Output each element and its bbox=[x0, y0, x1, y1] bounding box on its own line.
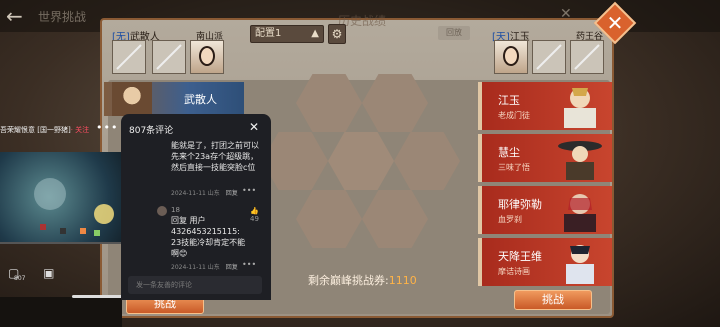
comment-time: 2024-11-11 山东 bbox=[171, 190, 220, 197]
left-slot-1[interactable] bbox=[112, 40, 146, 74]
roster-subtitle: 老成门徒 bbox=[498, 111, 530, 120]
like-button[interactable]: 👍 49 bbox=[250, 207, 259, 223]
config-select[interactable]: 配置1 ▲ bbox=[250, 25, 324, 43]
comment-meta: 2024-11-11 山东 回复 bbox=[171, 188, 238, 197]
roster-item[interactable]: 慧尘 三味了悟 bbox=[478, 134, 612, 182]
hero-portrait-icon bbox=[199, 46, 215, 66]
video-player[interactable] bbox=[0, 152, 122, 242]
video-bottom-strip bbox=[0, 297, 122, 327]
chevron-up-icon: ▲ bbox=[311, 28, 319, 39]
close-icon[interactable]: ✕ bbox=[249, 120, 259, 134]
comment-more-icon[interactable]: ••• bbox=[242, 186, 256, 195]
roster-item[interactable]: 耶律弥勒 血罗刹 bbox=[478, 186, 612, 234]
video-header: 吾荣耀恨意 [国一野猪]· 关注 ••• bbox=[0, 121, 122, 135]
roster-subtitle: 血罗刹 bbox=[498, 215, 522, 224]
comment-more-icon[interactable]: ••• bbox=[242, 260, 256, 269]
config-selected-value: 配置1 bbox=[255, 28, 282, 39]
comment-body: 23技能冷却肯定不能啊😊 bbox=[171, 238, 246, 258]
comment-meta: 2024-11-11 山东 回复 bbox=[171, 262, 238, 271]
video-author: 吾荣耀恨意 [国一野猪] bbox=[0, 126, 71, 134]
empty-slot-icon bbox=[156, 44, 182, 70]
comment-text: 回复 用户4326453215115: 23技能冷却肯定不能啊😊 bbox=[171, 215, 249, 259]
roster-subtitle: 摩诘诗画 bbox=[498, 267, 530, 276]
empty-slot-icon bbox=[116, 44, 142, 70]
roster-item[interactable]: 江玉 老成门徒 bbox=[478, 82, 612, 130]
right-slot-2[interactable] bbox=[532, 40, 566, 74]
video-frame-icon bbox=[34, 178, 114, 236]
hero-portrait-icon bbox=[558, 141, 602, 180]
comment-reply-prefix: 回复 用户4326453215115: bbox=[171, 216, 240, 236]
roster-name: 慧尘 bbox=[498, 146, 520, 159]
hero-portrait-icon bbox=[503, 46, 519, 66]
remaining-value: 1110 bbox=[388, 274, 417, 287]
more-icon[interactable]: ••• bbox=[96, 121, 118, 134]
left-hero-card[interactable]: 武散人 bbox=[104, 82, 244, 116]
comments-count: 807条评论 bbox=[129, 126, 174, 136]
avatar[interactable] bbox=[157, 206, 167, 216]
settings-button[interactable]: ⚙ bbox=[328, 24, 346, 44]
comment-user[interactable]: 18 bbox=[171, 206, 180, 214]
video-progress-bar[interactable] bbox=[0, 242, 122, 244]
close-icon: ✕ bbox=[606, 11, 624, 35]
remaining-label: 剩余巅峰挑战券: bbox=[308, 274, 389, 287]
left-slot-hero[interactable] bbox=[190, 40, 224, 74]
roster-item[interactable]: 天降王维 摩诘诗画 bbox=[478, 238, 612, 286]
roster-subtitle: 三味了悟 bbox=[498, 163, 530, 172]
reply-button[interactable]: 回复 bbox=[226, 264, 238, 271]
replay-button[interactable]: 回放 bbox=[438, 26, 470, 40]
empty-slot-icon bbox=[536, 44, 562, 70]
thumbs-up-icon: 👍 bbox=[250, 207, 259, 215]
comment-input[interactable]: 发一条友善的评论 bbox=[128, 276, 262, 294]
challenge-button-right[interactable]: 挑战 bbox=[514, 290, 592, 310]
hero-portrait-icon bbox=[566, 245, 594, 284]
empty-slot-icon bbox=[574, 44, 600, 70]
hero-portrait-icon bbox=[564, 194, 596, 232]
background-title: 世界挑战 bbox=[38, 10, 87, 24]
reply-button[interactable]: 回复 bbox=[226, 190, 238, 197]
right-slot-hero[interactable] bbox=[494, 40, 528, 74]
comment-time: 2024-11-11 山东 bbox=[171, 264, 220, 271]
right-slot-3[interactable] bbox=[570, 40, 604, 74]
roster-name: 江玉 bbox=[498, 94, 520, 107]
comment-count: 807 bbox=[14, 275, 26, 282]
follow-button[interactable]: · 关注 bbox=[71, 126, 89, 134]
screen: ← 世界挑战 ✕ 历史战绩 ✕ 配置1 ▲ ⚙ 回放 [无]武散人 南山派 [天… bbox=[0, 0, 720, 327]
back-arrow-icon[interactable]: ← bbox=[6, 4, 23, 28]
comment-text: 能就是了，打团之前可以先来个23a存个超级跳，然后直接一技能突脸c位 bbox=[171, 141, 259, 172]
roster-name: 天降王维 bbox=[498, 250, 542, 263]
left-hero-name: 武散人 bbox=[184, 93, 217, 106]
left-slot-2[interactable] bbox=[152, 40, 186, 74]
roster-name: 耶律弥勒 bbox=[498, 198, 542, 211]
remaining-tickets: 剩余巅峰挑战券:1110 bbox=[308, 272, 417, 288]
gear-icon: ⚙ bbox=[331, 27, 343, 41]
like-count: 49 bbox=[250, 215, 259, 223]
share-icon[interactable]: ▣ bbox=[43, 266, 54, 280]
hero-portrait-icon bbox=[112, 82, 152, 116]
hero-portrait-icon bbox=[564, 88, 596, 128]
